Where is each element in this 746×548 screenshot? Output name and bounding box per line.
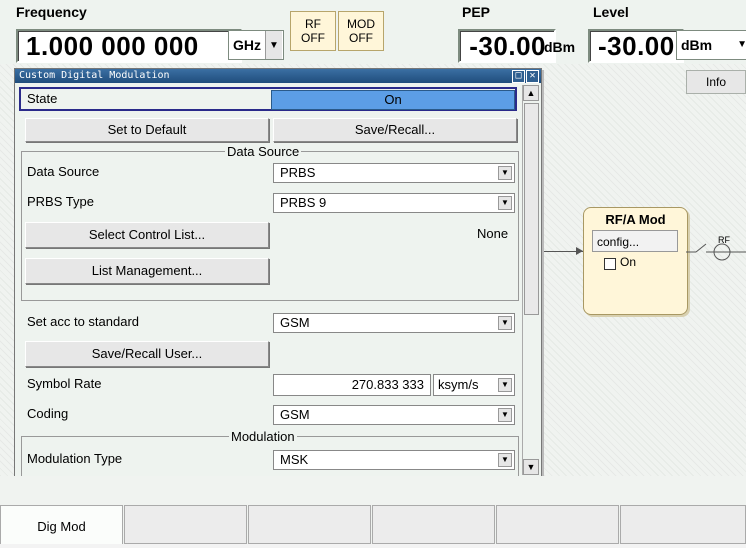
prbs-type-select[interactable]: PRBS 9 ▼ bbox=[273, 193, 515, 213]
arrow-right-icon bbox=[576, 247, 583, 255]
pep-unit: dBm bbox=[544, 39, 576, 55]
chevron-down-icon: ▼ bbox=[498, 408, 512, 422]
state-label: State bbox=[27, 91, 58, 106]
save-recall-user-button[interactable]: Save/Recall User... bbox=[25, 341, 269, 367]
frequency-value-field[interactable]: 1.000 000 000 00 bbox=[16, 29, 242, 91]
chevron-down-icon: ▼ bbox=[498, 378, 512, 392]
tab-dig-mod[interactable]: Dig Mod bbox=[0, 505, 123, 544]
scroll-up-icon[interactable]: ▲ bbox=[523, 85, 539, 101]
rf-button-line2: OFF bbox=[301, 31, 325, 45]
scrollbar-thumb[interactable] bbox=[524, 103, 539, 315]
standard-value: GSM bbox=[280, 315, 310, 330]
chevron-down-icon: ▼ bbox=[498, 316, 512, 330]
chevron-down-icon: ▼ bbox=[498, 166, 512, 180]
mod-button-line1: MOD bbox=[347, 17, 375, 31]
state-row: State On bbox=[19, 87, 517, 111]
rf-mod-config-button[interactable]: config... bbox=[592, 230, 678, 252]
rf-button-line1: RF bbox=[305, 17, 321, 31]
symbol-rate-unit: ksym/s bbox=[438, 377, 479, 392]
rf-analog-mod-block: RF/A Mod config... On bbox=[583, 207, 688, 315]
mod-on-off-button[interactable]: MOD OFF bbox=[338, 11, 384, 51]
tab-empty[interactable] bbox=[248, 505, 371, 544]
close-icon[interactable]: ✕ bbox=[526, 70, 539, 83]
data-source-label: Data Source bbox=[27, 164, 100, 179]
chevron-down-icon: ▼ bbox=[737, 39, 746, 50]
tab-empty[interactable] bbox=[496, 505, 619, 544]
pep-value-field: -30.00 bbox=[458, 29, 556, 63]
prbs-type-value: PRBS 9 bbox=[280, 195, 327, 210]
coding-value: GSM bbox=[280, 407, 310, 422]
chevron-down-icon: ▼ bbox=[498, 196, 512, 210]
rf-mod-on-label: On bbox=[620, 255, 637, 269]
symbol-rate-label: Symbol Rate bbox=[27, 376, 102, 391]
modulation-type-select[interactable]: MSK ▼ bbox=[273, 450, 515, 470]
scroll-down-icon[interactable]: ▼ bbox=[523, 459, 539, 475]
level-value-field[interactable]: -30.00 bbox=[588, 29, 684, 63]
data-source-value: PRBS bbox=[280, 165, 316, 180]
rf-on-off-button[interactable]: RF OFF bbox=[290, 11, 336, 51]
set-to-default-button[interactable]: Set to Default bbox=[25, 118, 269, 142]
dialog-content: State On Set to Default Save/Recall... D… bbox=[17, 85, 522, 477]
modulation-group-title: Modulation bbox=[229, 429, 297, 444]
top-status-bar: Frequency 1.000 000 000 00 GHz ▼ RF OFF … bbox=[0, 0, 746, 91]
dialog-title: Custom Digital Modulation bbox=[19, 70, 170, 81]
rf-mod-on-checkbox[interactable] bbox=[604, 258, 616, 270]
rf-output-connector-icon bbox=[686, 243, 746, 261]
tab-empty[interactable] bbox=[124, 505, 247, 544]
symbol-rate-input[interactable]: 270.833 333 bbox=[273, 374, 431, 396]
maximize-icon[interactable]: □ bbox=[512, 70, 525, 83]
coding-select[interactable]: GSM ▼ bbox=[273, 405, 515, 425]
data-source-select[interactable]: PRBS ▼ bbox=[273, 163, 515, 183]
dialog-title-bar[interactable]: Custom Digital Modulation □ ✕ bbox=[15, 69, 541, 83]
save-recall-button[interactable]: Save/Recall... bbox=[273, 118, 517, 142]
frequency-label: Frequency bbox=[16, 4, 87, 20]
menu-tabs: Dig Mod bbox=[0, 505, 746, 544]
level-unit-value: dBm bbox=[681, 37, 713, 53]
select-control-list-button[interactable]: Select Control List... bbox=[25, 222, 269, 248]
prbs-type-label: PRBS Type bbox=[27, 194, 94, 209]
state-toggle[interactable]: On bbox=[271, 90, 515, 110]
modulation-type-label: Modulation Type bbox=[27, 451, 123, 466]
pep-label: PEP bbox=[462, 4, 491, 20]
info-button[interactable]: Info bbox=[686, 70, 746, 94]
rf-output-label: RF bbox=[718, 235, 730, 245]
chevron-down-icon: ▼ bbox=[498, 453, 512, 467]
mod-button-line2: OFF bbox=[349, 31, 373, 45]
standard-select[interactable]: GSM ▼ bbox=[273, 313, 515, 333]
level-label: Level bbox=[593, 4, 629, 20]
modulation-type-value: MSK bbox=[280, 452, 309, 467]
data-source-group-title: Data Source bbox=[225, 144, 302, 159]
chevron-down-icon[interactable]: ▼ bbox=[265, 31, 282, 59]
control-list-value: None bbox=[477, 226, 509, 241]
dialog-scrollbar[interactable]: ▲ ▼ bbox=[522, 85, 539, 475]
symbol-rate-unit-select[interactable]: ksym/s ▼ bbox=[433, 374, 515, 396]
rf-mod-title: RF/A Mod bbox=[605, 212, 666, 227]
tab-empty[interactable] bbox=[372, 505, 495, 544]
frequency-unit-value: GHz bbox=[233, 37, 261, 53]
list-management-button[interactable]: List Management... bbox=[25, 258, 269, 284]
level-unit-select[interactable]: dBm ▼ bbox=[676, 30, 746, 60]
tab-empty[interactable] bbox=[620, 505, 746, 544]
custom-digital-modulation-dialog: Custom Digital Modulation □ ✕ State On S… bbox=[14, 68, 542, 478]
set-acc-standard-label: Set acc to standard bbox=[27, 314, 140, 329]
coding-label: Coding bbox=[27, 406, 69, 421]
